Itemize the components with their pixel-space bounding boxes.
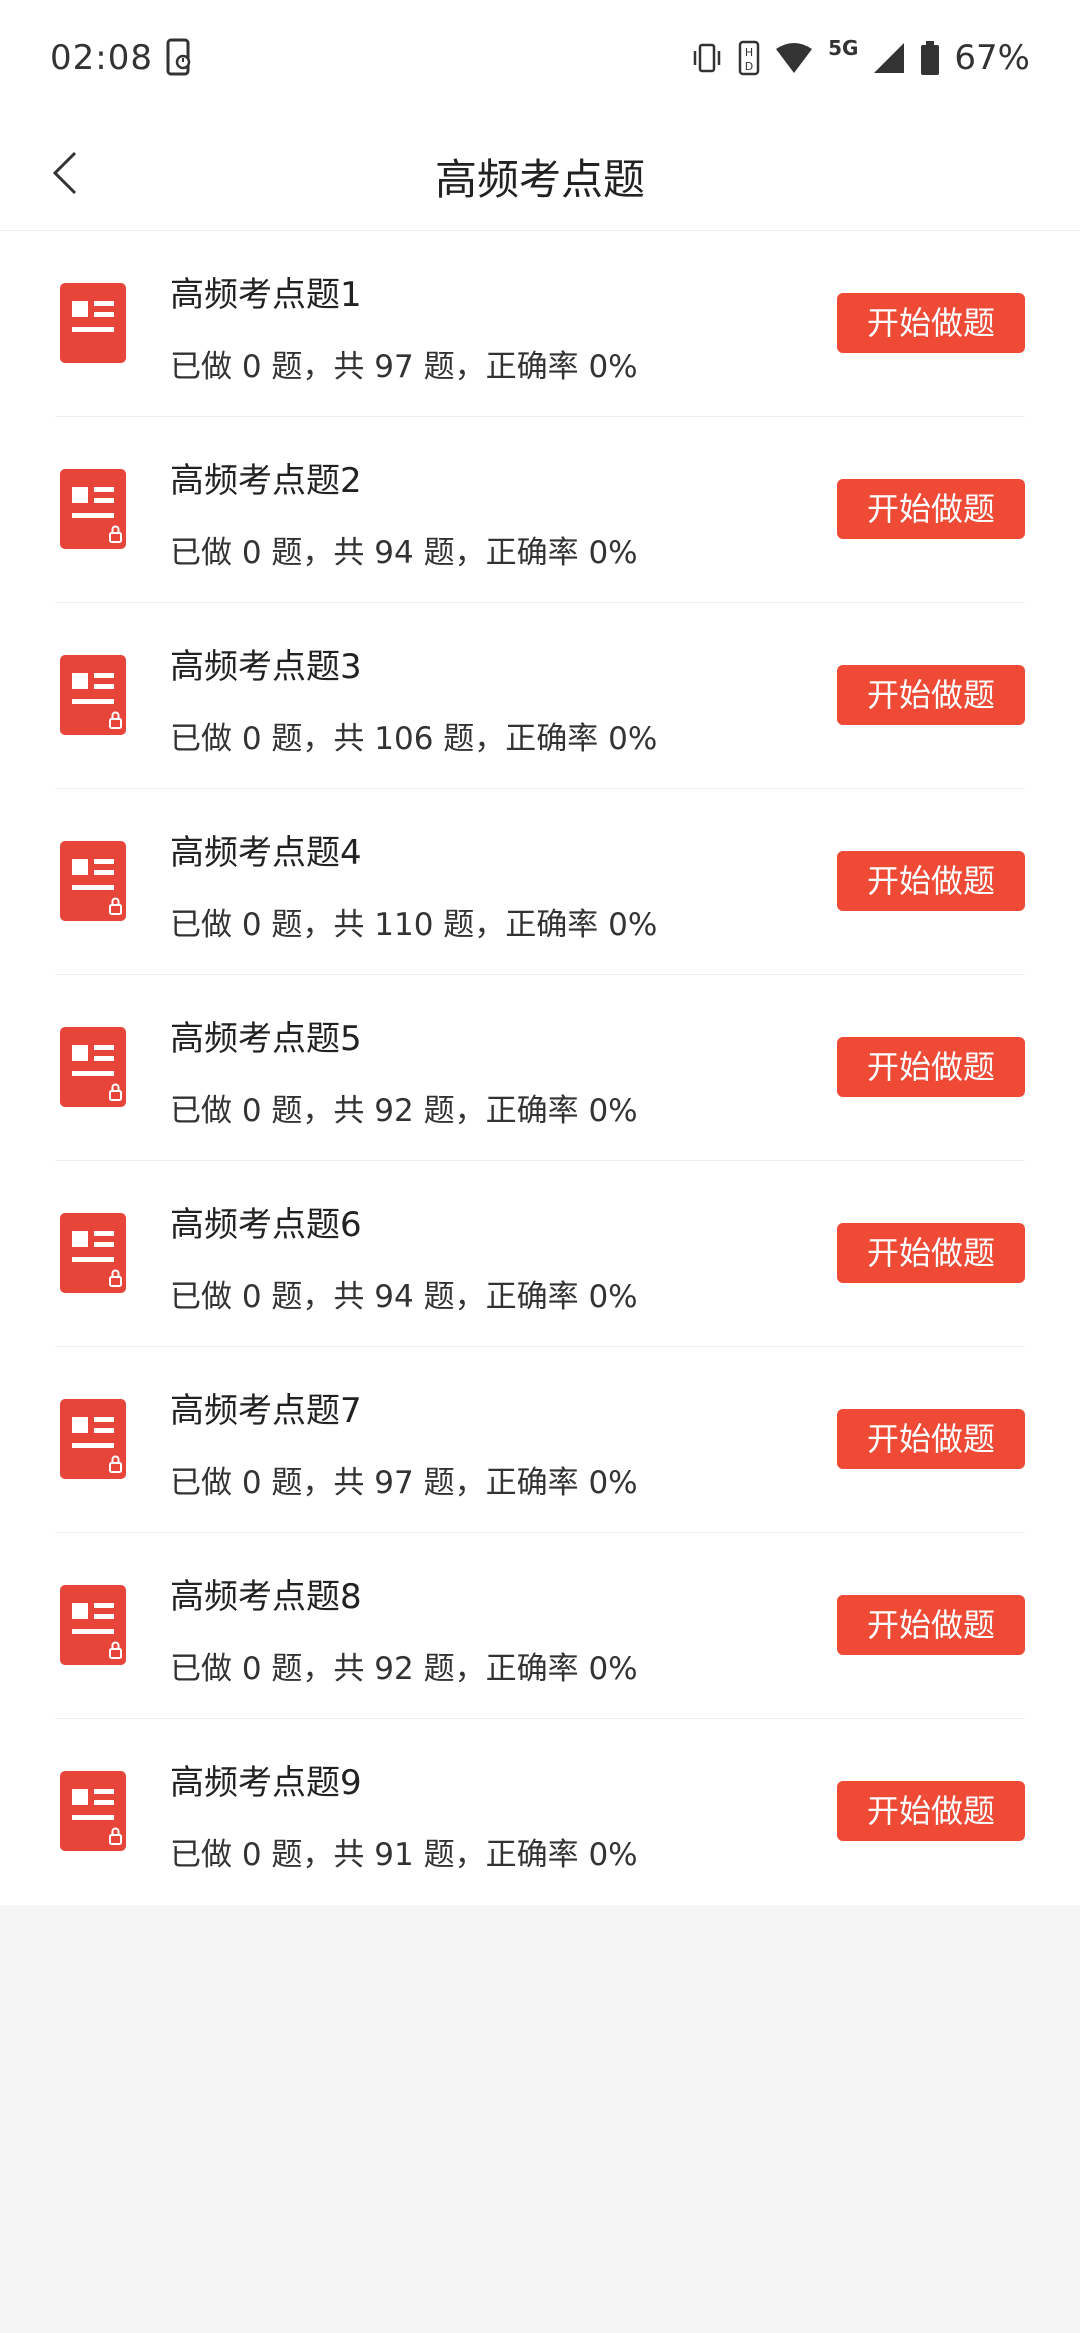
item-title: 高频考点题9 [170,1763,362,1803]
start-practice-button[interactable]: 开始做题 [837,293,1025,353]
wifi-icon [776,43,813,73]
start-practice-button[interactable]: 开始做题 [837,479,1025,539]
status-right-group: H D 5G 67% [690,34,1030,82]
item-title: 高频考点题1 [170,275,362,315]
svg-text:H: H [745,46,753,59]
phone-timer-icon [166,38,191,76]
battery-percentage: 67% [954,38,1030,78]
item-stats: 已做 0 题，共 97 题，正确率 0% [170,1465,638,1501]
page-title: 高频考点题 [434,155,645,204]
list-item[interactable]: 高频考点题3 已做 0 题，共 106 题，正确率 0% 开始做题 [0,603,1080,789]
list-item[interactable]: 高频考点题4 已做 0 题，共 110 题，正确率 0% 开始做题 [0,789,1080,975]
item-title: 高频考点题2 [170,461,362,501]
start-practice-button[interactable]: 开始做题 [837,1223,1025,1283]
item-title: 高频考点题7 [170,1391,362,1431]
item-stats: 已做 0 题，共 94 题，正确率 0% [170,1279,638,1315]
vibrate-icon [693,43,721,73]
status-bar: 02:08 H D 5G 67% [0,0,1080,118]
locked-document-icon [60,655,126,735]
exam-set-list: 高频考点题1 已做 0 题，共 97 题，正确率 0% 开始做题 高频考点题2 … [0,231,1080,1905]
hd-icon: H D [738,40,760,76]
item-stats: 已做 0 题，共 106 题，正确率 0% [170,721,658,757]
item-title: 高频考点题6 [170,1205,362,1245]
svg-text:D: D [745,60,753,73]
list-item[interactable]: 高频考点题1 已做 0 题，共 97 题，正确率 0% 开始做题 [0,231,1080,417]
locked-document-icon [60,1771,126,1851]
list-item[interactable]: 高频考点题8 已做 0 题，共 92 题，正确率 0% 开始做题 [0,1533,1080,1719]
signal-icon [874,43,905,73]
list-item[interactable]: 高频考点题9 已做 0 题，共 91 题，正确率 0% 开始做题 [0,1719,1080,1905]
start-practice-button[interactable]: 开始做题 [837,1595,1025,1655]
locked-document-icon [60,841,126,921]
item-title: 高频考点题8 [170,1577,362,1617]
item-stats: 已做 0 题，共 91 题，正确率 0% [170,1837,638,1873]
locked-document-icon [60,1399,126,1479]
document-icon [60,283,126,363]
battery-icon [921,41,940,75]
locked-document-icon [60,469,126,549]
list-item[interactable]: 高频考点题6 已做 0 题，共 94 题，正确率 0% 开始做题 [0,1161,1080,1347]
item-stats: 已做 0 题，共 92 题，正确率 0% [170,1651,638,1687]
locked-document-icon [60,1027,126,1107]
locked-document-icon [60,1213,126,1293]
nav-bar: 高频考点题 [0,118,1080,231]
start-practice-button[interactable]: 开始做题 [837,665,1025,725]
item-title: 高频考点题3 [170,647,362,687]
item-title: 高频考点题5 [170,1019,362,1059]
item-stats: 已做 0 题，共 110 题，正确率 0% [170,907,658,943]
network-type-label: 5G [828,36,859,60]
item-stats: 已做 0 题，共 92 题，正确率 0% [170,1093,638,1129]
start-practice-button[interactable]: 开始做题 [837,851,1025,911]
list-item[interactable]: 高频考点题7 已做 0 题，共 97 题，正确率 0% 开始做题 [0,1347,1080,1533]
start-practice-button[interactable]: 开始做题 [837,1409,1025,1469]
status-time: 02:08 [50,38,153,78]
item-stats: 已做 0 题，共 94 题，正确率 0% [170,535,638,571]
list-item[interactable]: 高频考点题2 已做 0 题，共 94 题，正确率 0% 开始做题 [0,417,1080,603]
list-item[interactable]: 高频考点题5 已做 0 题，共 92 题，正确率 0% 开始做题 [0,975,1080,1161]
item-stats: 已做 0 题，共 97 题，正确率 0% [170,349,638,385]
locked-document-icon [60,1585,126,1665]
start-practice-button[interactable]: 开始做题 [837,1037,1025,1097]
start-practice-button[interactable]: 开始做题 [837,1781,1025,1841]
item-title: 高频考点题4 [170,833,362,873]
